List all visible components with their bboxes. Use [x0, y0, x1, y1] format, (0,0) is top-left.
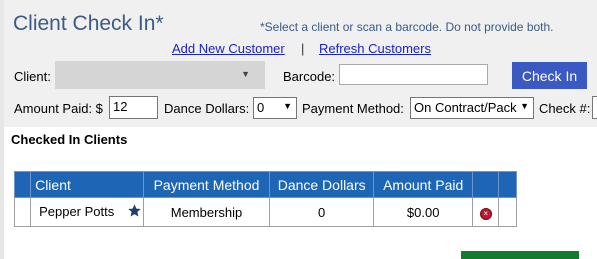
table-row: Pepper Potts Membership 0 $0.00 × [13, 197, 517, 227]
payment-method-label: Payment Method: [302, 101, 404, 116]
instructions-note: *Select a client or scan a barcode. Do n… [260, 20, 554, 34]
chevron-down-icon: ▼ [241, 69, 250, 79]
refresh-customers-link[interactable]: Refresh Customers [319, 41, 431, 56]
extra-cell [498, 197, 517, 227]
checked-in-clients-table: Client Payment Method Dance Dollars Amou… [13, 171, 517, 227]
check-in-button[interactable]: Check In [512, 62, 587, 89]
dance-dollars-cell: 0 [269, 197, 375, 227]
extra-column-header [498, 171, 517, 198]
dance-dollars-select[interactable]: 0 ▼ [253, 97, 297, 119]
client-column-header: Client [30, 171, 144, 198]
check-number-input[interactable] [592, 96, 597, 119]
client-name: Pepper Potts [39, 204, 115, 219]
link-separator: | [301, 41, 305, 56]
dance-dollars-column-header: Dance Dollars [269, 171, 375, 198]
payment-method-value: On Contract/Pack [414, 100, 517, 115]
remove-icon[interactable]: × [479, 208, 492, 220]
chevron-down-icon: ▼ [520, 101, 529, 111]
amount-paid-column-header: Amount Paid [373, 171, 474, 198]
payment-method-select[interactable]: On Contract/Pack ▼ [410, 97, 534, 119]
dance-dollars-label: Dance Dollars: [164, 101, 250, 116]
amount-paid-input[interactable]: 12 [109, 96, 158, 119]
chevron-down-icon: ▼ [283, 101, 292, 111]
table-header-row: Client Payment Method Dance Dollars Amou… [13, 171, 517, 198]
check-number-label: Check #: [539, 101, 591, 116]
remove-cell: × [472, 197, 500, 227]
select-column-header [13, 171, 32, 198]
client-label: Client: [14, 69, 51, 84]
checked-in-clients-title: Checked In Clients [11, 132, 128, 147]
client-select[interactable]: ▼ [55, 61, 265, 89]
remove-column-header [472, 171, 500, 198]
row-select-cell [13, 197, 32, 227]
page-title: Client Check In* [13, 12, 164, 35]
amount-paid-label: Amount Paid: $ [14, 101, 103, 116]
footer-green-button[interactable] [461, 251, 579, 259]
client-cell: Pepper Potts [30, 197, 144, 227]
dance-dollars-value: 0 [257, 100, 265, 115]
star-icon[interactable] [127, 203, 142, 221]
amount-paid-cell: $0.00 [373, 197, 474, 227]
payment-method-cell: Membership [142, 197, 271, 227]
barcode-label: Barcode: [283, 69, 336, 84]
add-new-customer-link[interactable]: Add New Customer [172, 41, 285, 56]
payment-method-column-header: Payment Method [142, 171, 271, 198]
barcode-input[interactable] [339, 64, 488, 85]
